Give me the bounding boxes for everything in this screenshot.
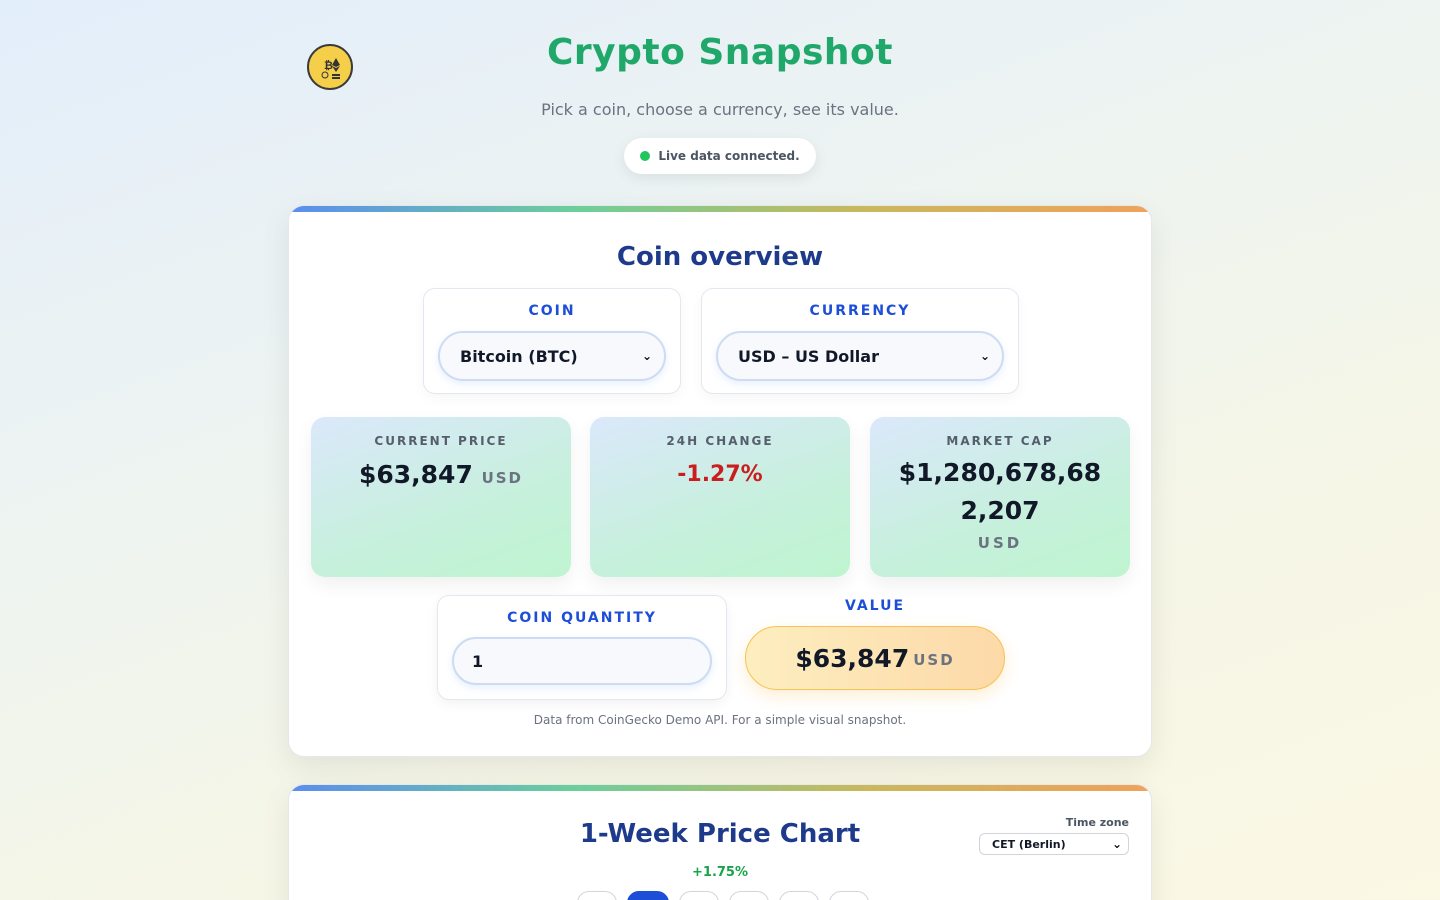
status-badge: Live data connected. xyxy=(624,138,816,174)
range-button-active[interactable] xyxy=(627,891,669,900)
change-24h-label: 24H CHANGE xyxy=(666,434,774,448)
current-price-unit: USD xyxy=(481,469,524,487)
range-button[interactable] xyxy=(829,891,869,900)
chart-change-value: +1.75% xyxy=(692,865,748,880)
value-amount: $63,847 xyxy=(795,643,910,673)
coin-select[interactable]: Bitcoin (BTC) ⌄ xyxy=(438,331,666,381)
page-subtitle: Pick a coin, choose a currency, see its … xyxy=(541,100,899,119)
coin-label: COIN xyxy=(528,303,576,319)
currency-select-group: CURRENCY USD – US Dollar ⌄ xyxy=(701,288,1019,394)
current-price-amount: $63,847 xyxy=(358,460,473,489)
value-label: VALUE xyxy=(844,598,906,614)
change-24h-card: 24H CHANGE -1.27% xyxy=(590,417,850,577)
chevron-down-icon: ⌄ xyxy=(1111,837,1122,851)
market-cap-card: MARKET CAP $1,280,678,682,207 USD xyxy=(870,417,1130,577)
change-24h-value: -1.27% xyxy=(677,462,763,487)
timezone-select[interactable]: CET (Berlin) ⌄ xyxy=(979,833,1129,855)
data-source-note: Data from CoinGecko Demo API. For a simp… xyxy=(533,713,907,727)
currency-select-value: USD – US Dollar xyxy=(738,346,879,366)
chevron-down-icon: ⌄ xyxy=(641,349,652,363)
overview-title: Coin overview xyxy=(616,242,824,272)
page-title: Crypto Snapshot xyxy=(546,32,893,73)
coin-overview-card: Coin overview COIN Bitcoin (BTC) ⌄ CURRE… xyxy=(288,205,1152,757)
range-buttons xyxy=(577,891,869,900)
value-unit: USD xyxy=(913,651,955,669)
chevron-down-icon: ⌄ xyxy=(979,349,990,363)
coin-select-group: COIN Bitcoin (BTC) ⌄ xyxy=(423,288,681,394)
current-price-label: CURRENT PRICE xyxy=(374,434,508,448)
coin-quantity-input[interactable]: 1 xyxy=(452,637,712,685)
coin-quantity-group: COIN QUANTITY 1 xyxy=(437,595,727,700)
current-price-value: $63,847 USD xyxy=(311,456,571,497)
coin-select-value: Bitcoin (BTC) xyxy=(460,346,578,366)
current-price-card: CURRENT PRICE $63,847 USD xyxy=(311,417,571,577)
value-display: $63,847 USD xyxy=(745,626,1005,690)
price-chart-card: 1-Week Price Chart Time zone CET (Berlin… xyxy=(288,784,1152,900)
range-button[interactable] xyxy=(679,891,719,900)
status-text: Live data connected. xyxy=(658,149,800,163)
timezone-label: Time zone xyxy=(1065,816,1129,829)
range-button[interactable] xyxy=(779,891,819,900)
market-cap-unit: USD xyxy=(977,534,1023,552)
coin-quantity-label: COIN QUANTITY xyxy=(507,610,657,626)
range-button[interactable] xyxy=(577,891,617,900)
status-dot-icon xyxy=(640,151,651,161)
market-cap-label: MARKET CAP xyxy=(946,434,1054,448)
currency-label: CURRENCY xyxy=(809,303,911,319)
timezone-select-value: CET (Berlin) xyxy=(992,837,1066,851)
range-button[interactable] xyxy=(729,891,769,900)
currency-select[interactable]: USD – US Dollar ⌄ xyxy=(716,331,1004,381)
market-cap-value: $1,280,678,682,207 xyxy=(898,458,1102,525)
